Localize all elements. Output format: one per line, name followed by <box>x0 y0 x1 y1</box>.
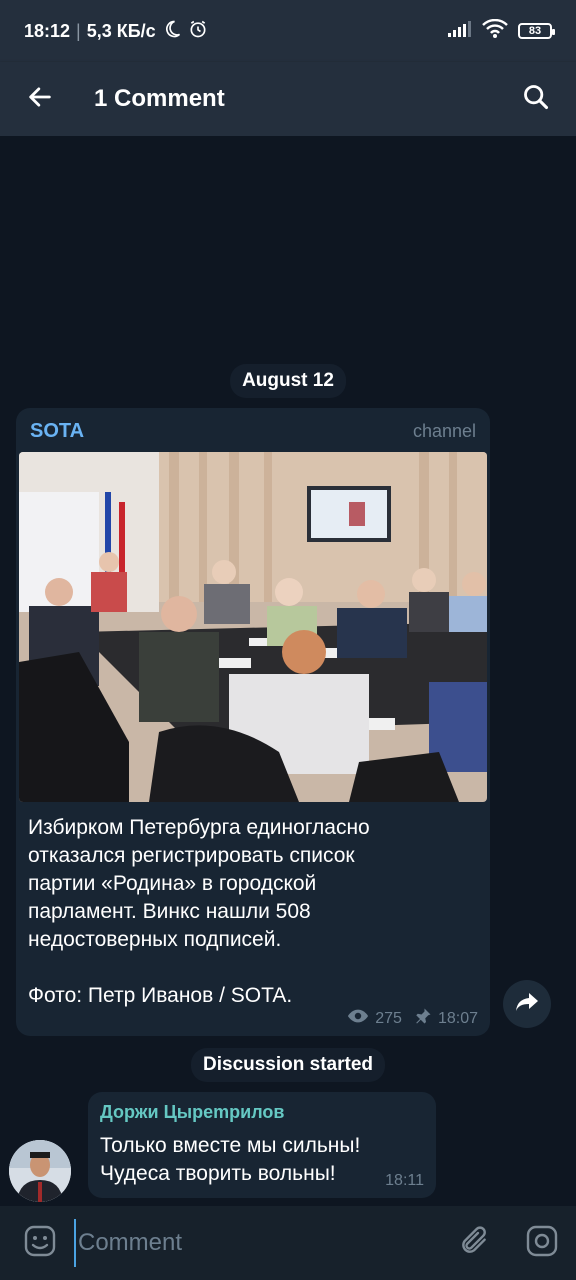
back-button[interactable] <box>0 62 80 136</box>
post-time: 18:07 <box>437 1009 478 1027</box>
camera-button[interactable] <box>508 1206 576 1280</box>
comment-input[interactable] <box>74 1219 440 1267</box>
photo-credit: Фото: Петр Иванов / SOTA. <box>28 984 293 1007</box>
post-text-line: отказался регистрировать список <box>28 844 355 867</box>
post-text: Избирком Петербурга единогласно отказалс… <box>28 814 478 1010</box>
chat-area[interactable]: August 12 SOTA channel Избирком Петербур… <box>0 136 576 1206</box>
view-count: 275 <box>375 1009 402 1027</box>
search-icon <box>522 83 550 116</box>
search-button[interactable] <box>496 62 576 136</box>
channel-badge: channel <box>412 421 476 441</box>
post-meta: 275 18:07 <box>347 1007 478 1030</box>
network-speed: 5,3 КБ/с <box>86 20 156 41</box>
comment-time: 18:11 <box>385 1172 424 1189</box>
avatar[interactable] <box>9 1140 71 1202</box>
comment-line: Чудеса творить вольны! <box>100 1162 336 1185</box>
post-photo[interactable] <box>19 452 487 802</box>
alarm-icon <box>188 19 208 44</box>
back-arrow-icon <box>26 83 54 116</box>
eye-icon <box>347 1008 369 1029</box>
camera-icon <box>525 1224 559 1263</box>
share-button[interactable] <box>503 980 551 1028</box>
post-text-line: недостоверных подписей. <box>28 928 282 951</box>
comment-author[interactable]: Доржи Цырempилов <box>100 1102 284 1123</box>
status-time: 18:12 <box>24 20 71 41</box>
page-title: 1 Comment <box>94 85 225 112</box>
attach-icon <box>458 1225 490 1262</box>
battery-icon: 83 <box>518 23 555 39</box>
screen: 18:12 | 5,3 КБ/с 83 1 Comment August 12 … <box>0 0 576 1280</box>
comment-message[interactable]: Доржи Цырempилов Только вместе мы сильны… <box>88 1092 436 1198</box>
date-separator: August 12 <box>230 364 346 398</box>
channel-post[interactable]: SOTA channel Избирком Петербурга единогл… <box>16 408 490 1036</box>
signal-icon <box>448 20 472 42</box>
post-text-line: партии «Родина» в городской <box>28 872 317 895</box>
status-separator: | <box>76 20 81 41</box>
post-author[interactable]: SOTA <box>30 420 84 443</box>
app-bar: 1 Comment <box>0 62 576 136</box>
pin-icon <box>414 1007 432 1030</box>
attach-button[interactable] <box>440 1206 508 1280</box>
status-bar: 18:12 | 5,3 КБ/с 83 <box>0 0 576 62</box>
emoji-button[interactable] <box>0 1206 80 1280</box>
post-text-line: парламент. Винкс нашли 508 <box>28 900 311 923</box>
input-bar <box>0 1206 576 1280</box>
post-text-line: Избирком Петербурга единогласно <box>28 816 370 839</box>
wifi-icon <box>482 18 508 44</box>
battery-level: 83 <box>528 25 542 37</box>
comment-line: Только вместе мы сильны! <box>100 1134 361 1157</box>
emoji-icon <box>23 1224 57 1263</box>
discussion-started-label: Discussion started <box>191 1048 385 1082</box>
comment-text: Только вместе мы сильны! Чудеса творить … <box>100 1132 400 1188</box>
moon-icon <box>162 19 182 44</box>
share-arrow-icon <box>515 991 539 1018</box>
